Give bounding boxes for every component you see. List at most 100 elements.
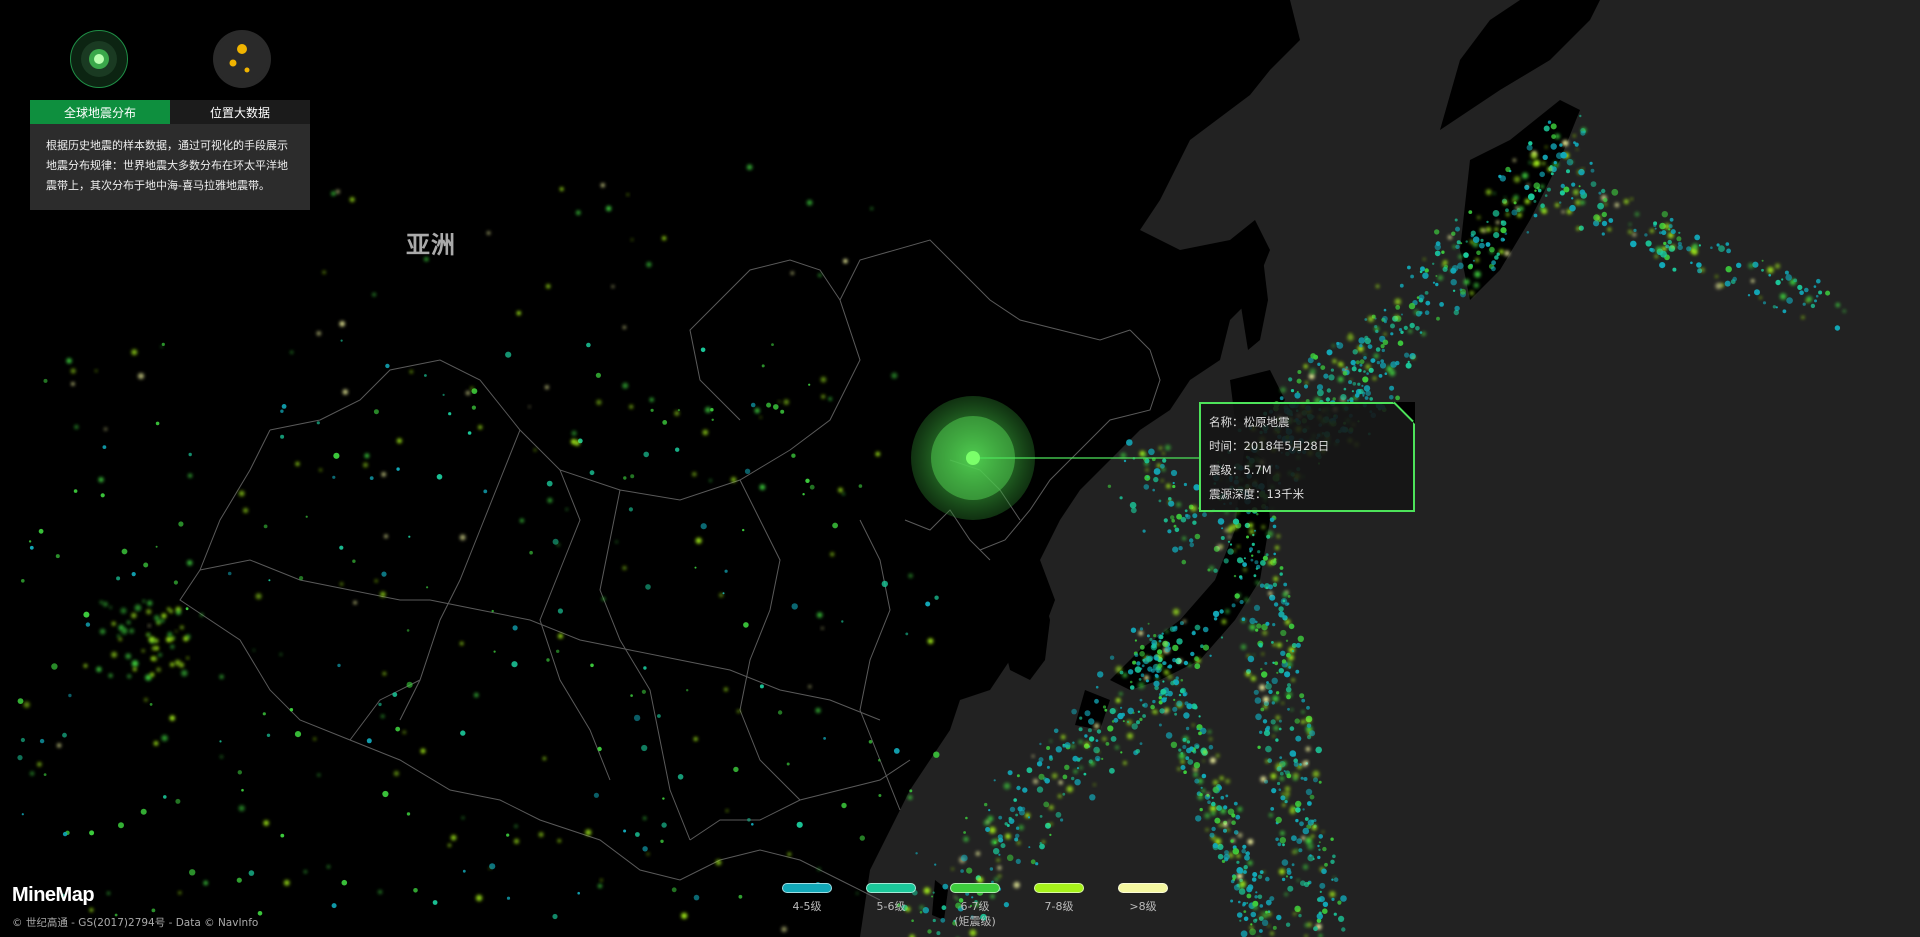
earthquake-point: [969, 929, 977, 937]
earthquake-point: [558, 633, 563, 639]
earthquake-point: [1512, 158, 1516, 162]
tooltip-time-label: 时间：: [1209, 439, 1244, 453]
earthquake-point: [1659, 262, 1666, 269]
earthquake-point: [1367, 344, 1373, 349]
earthquake-point: [1424, 291, 1429, 295]
legend-swatch: [1118, 883, 1168, 893]
legend-item[interactable]: 6-7级 (矩震级): [933, 883, 1017, 929]
earthquake-point: [1528, 141, 1533, 146]
earthquake-point: [1747, 294, 1751, 297]
earthquake-point: [1226, 828, 1230, 832]
earthquake-point: [1502, 200, 1508, 205]
earthquake-point: [1200, 786, 1203, 789]
legend-item[interactable]: >8级: [1101, 883, 1185, 929]
minemap-logo[interactable]: MineMap: [12, 884, 95, 907]
earthquake-point: [1278, 788, 1282, 791]
earthquake-point: [153, 741, 159, 746]
earthquake-point: [1842, 309, 1846, 313]
earthquake-point: [1255, 891, 1258, 894]
earthquake-point: [820, 376, 827, 383]
earthquake-point: [893, 748, 900, 754]
earthquake-point: [711, 418, 714, 421]
tab-global-distribution[interactable]: 全球地震分布: [30, 100, 170, 124]
earthquake-point: [1261, 919, 1269, 926]
legend-item[interactable]: 4-5级: [765, 883, 849, 929]
earthquake-point: [1494, 227, 1499, 232]
earthquake-point: [1307, 837, 1311, 840]
earthquake-point: [1211, 801, 1216, 807]
earthquake-point: [1279, 572, 1283, 576]
earthquake-point: [1249, 617, 1256, 625]
earthquake-point: [243, 508, 249, 513]
earthquake-point: [909, 789, 913, 793]
earthquake-point: [1328, 374, 1335, 381]
tab-location-big-data[interactable]: 位置大数据: [170, 100, 310, 124]
earthquake-point: [1134, 653, 1139, 657]
earthquake-point: [598, 884, 602, 888]
earthquake-point: [1281, 792, 1285, 796]
earthquake-point: [1578, 168, 1585, 176]
earthquake-point: [83, 664, 88, 668]
earthquake-point: [1270, 773, 1277, 780]
earthquake-point: [1076, 767, 1080, 770]
earthquake-point: [927, 638, 934, 644]
earthquake-point: [1249, 926, 1253, 930]
earthquake-point: [1285, 686, 1292, 693]
earthquake-point: [1309, 794, 1315, 800]
global-quake-icon[interactable]: [70, 30, 128, 88]
earthquake-point: [1590, 168, 1595, 173]
earthquake-point: [744, 468, 751, 474]
earthquake-point: [257, 911, 263, 916]
map-viewport[interactable]: 亚洲 全球地震分布 位置大数据 根据历史地震的样本数据，通过可视化的手段展示地震…: [0, 0, 1920, 937]
earthquake-point: [1184, 509, 1188, 513]
earthquake-point: [1493, 232, 1500, 239]
earthquake-point: [1295, 642, 1301, 648]
earthquake-point: [1306, 723, 1312, 728]
legend-item[interactable]: 7-8级: [1017, 883, 1101, 929]
earthquake-point: [1270, 719, 1276, 725]
earthquake-point: [1762, 301, 1767, 305]
earthquake-point: [227, 571, 232, 576]
earthquake-point: [461, 816, 465, 820]
earthquake-point: [1254, 560, 1259, 565]
earthquake-point: [1491, 266, 1496, 272]
legend-item[interactable]: 5-6级: [849, 883, 933, 929]
earthquake-point: [1062, 792, 1066, 796]
earthquake-point: [1153, 468, 1161, 475]
earthquake-point: [1601, 211, 1608, 218]
earthquake-point: [1138, 631, 1144, 636]
earthquake-point: [1692, 249, 1698, 255]
earthquake-point: [791, 603, 798, 610]
earthquake-point: [1281, 877, 1286, 882]
earthquake-point: [1326, 349, 1333, 356]
earthquake-point: [89, 830, 95, 836]
earthquake-point: [1243, 567, 1247, 572]
earthquake-point: [766, 402, 772, 408]
earthquake-point: [1178, 693, 1182, 697]
earthquake-point: [488, 867, 491, 870]
earthquake-point: [1246, 893, 1252, 899]
earthquake-point: [1492, 210, 1500, 217]
earthquake-point: [635, 832, 640, 837]
earthquake-point: [1237, 806, 1243, 812]
earthquake-point: [600, 183, 605, 188]
earthquake-point: [1182, 692, 1187, 697]
earthquake-point: [1301, 710, 1305, 714]
earthquake-point: [1244, 597, 1249, 603]
earthquake-point: [1121, 712, 1125, 717]
earthquake-point: [565, 508, 568, 511]
earthquake-point: [1696, 262, 1702, 268]
earthquake-point: [189, 869, 196, 876]
earthquake-point: [450, 834, 457, 841]
earthquake-point: [1236, 557, 1244, 564]
earthquake-point: [1318, 841, 1321, 844]
earthquake-point: [1157, 663, 1163, 669]
earthquake-point: [1285, 639, 1289, 642]
earthquake-point: [137, 373, 145, 380]
earthquake-point: [1726, 248, 1731, 254]
location-data-icon[interactable]: [213, 30, 271, 88]
earthquake-point: [341, 879, 348, 886]
earthquake-point: [1097, 671, 1104, 678]
earthquake-point: [1282, 803, 1286, 807]
earthquake-point: [1147, 622, 1150, 625]
